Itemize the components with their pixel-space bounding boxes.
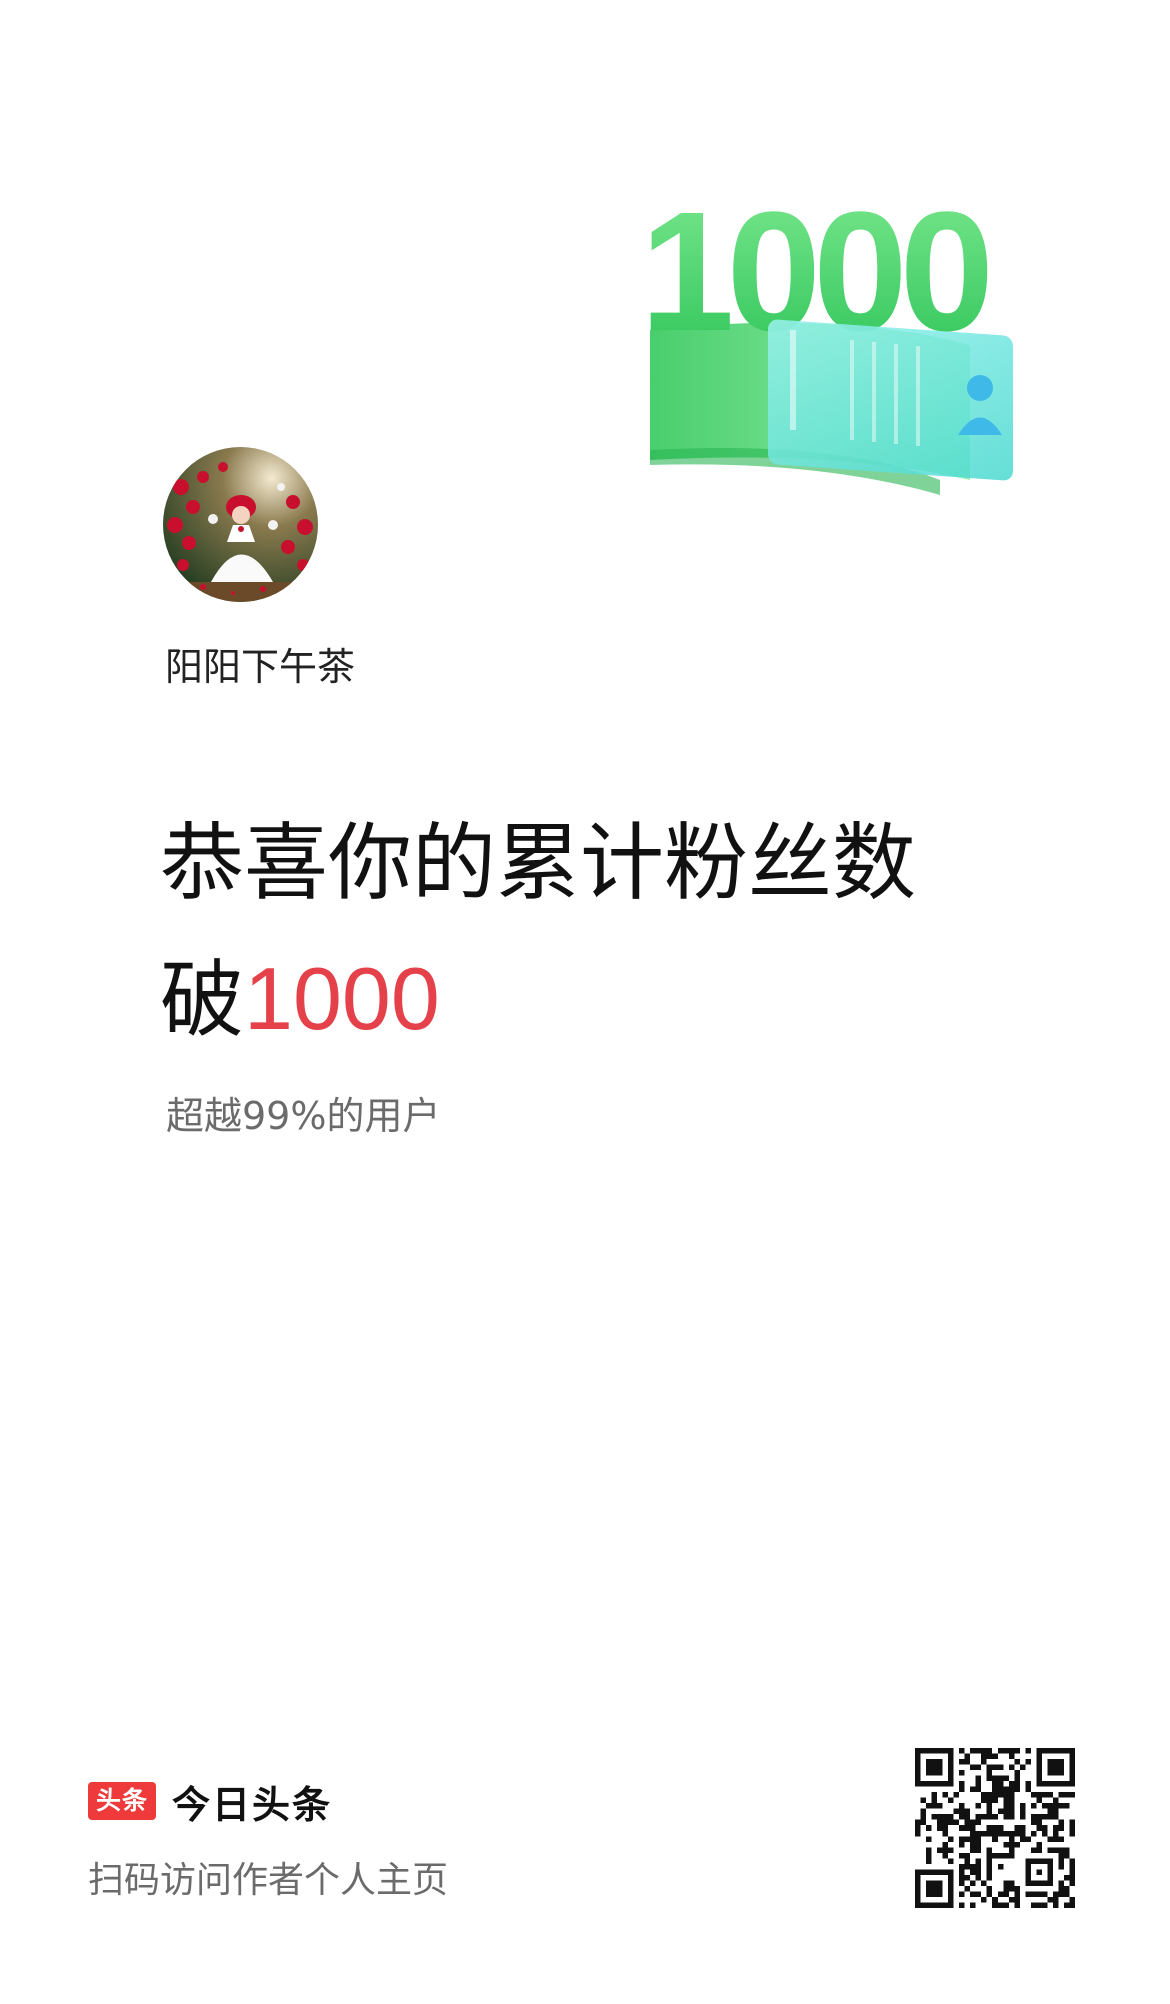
follower-count: 1000 — [244, 949, 440, 1048]
headline-line1: 恭喜你的累计粉丝数 — [160, 814, 917, 912]
avatar[interactable] — [163, 447, 318, 602]
headline: 恭喜你的累计粉丝数 破1000 — [160, 795, 916, 1068]
glass-card — [768, 319, 1013, 481]
headline-line2: 破1000 — [160, 931, 916, 1068]
headline-prefix: 破 — [160, 951, 245, 1049]
username: 阳阳下午茶 — [165, 645, 356, 689]
qr-caption: 扫码访问作者个人主页 — [88, 1860, 449, 1901]
percentile-text: 超越99%的用户 — [166, 1094, 441, 1138]
brand-name: 今日头条 — [172, 1782, 333, 1827]
avatar-photo — [163, 447, 318, 602]
milestone-1000-graphic: 1000 — [640, 177, 1013, 495]
brand-logo: 头条 — [88, 1782, 157, 1820]
brand: 头条 今日头条 — [88, 1778, 332, 1827]
qr-code[interactable] — [915, 1748, 1075, 1908]
